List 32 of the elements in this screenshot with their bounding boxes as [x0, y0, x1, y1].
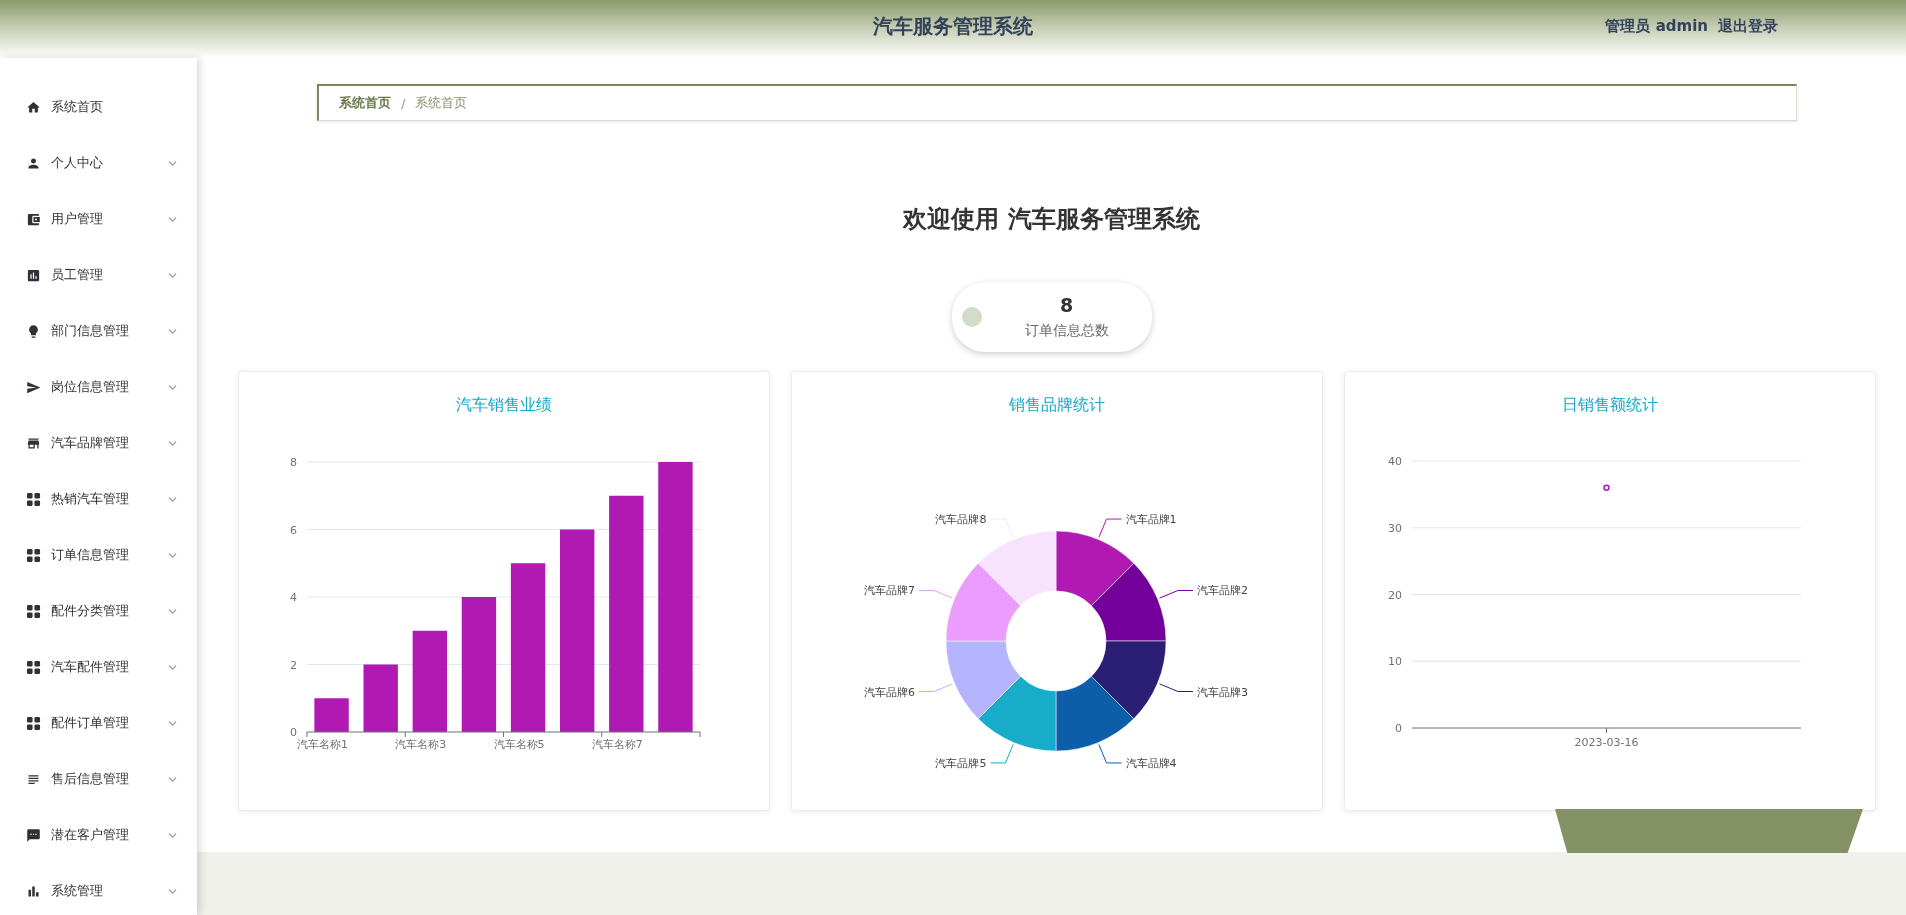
- axis-label: 4: [290, 591, 297, 604]
- slice-label: 汽车品牌4: [1125, 756, 1177, 770]
- stat-value: 8: [1059, 294, 1074, 316]
- slice-label: 汽车品牌8: [935, 513, 987, 527]
- chart-title: 日销售额统计: [1562, 394, 1658, 416]
- breadcrumb-separator: /: [401, 95, 406, 111]
- chart-title: 汽车销售业绩: [456, 394, 552, 416]
- axis-label: 40: [1388, 455, 1402, 468]
- axis-label: 20: [1388, 588, 1402, 602]
- axis-label: 30: [1388, 521, 1402, 535]
- axis-label: 汽车名称1: [297, 738, 348, 751]
- user-name: 管理员 admin: [1605, 16, 1708, 36]
- slice-label: 汽车品牌1: [1125, 513, 1177, 527]
- stat-label: 订单信息总数: [1024, 322, 1109, 340]
- app-title: 汽车服务管理系统: [873, 12, 1033, 40]
- axis-label: 6: [290, 523, 297, 537]
- welcome-title: 欢迎使用 汽车服务管理系统: [901, 204, 1201, 235]
- axis-label: 8: [290, 456, 297, 469]
- axis-label: 2: [290, 658, 297, 672]
- axis-label: 0: [290, 726, 297, 739]
- chart-title: 销售品牌统计: [1009, 394, 1105, 416]
- slice-label: 汽车品牌6: [864, 685, 916, 699]
- slice-label: 汽车品牌3: [1196, 685, 1248, 699]
- axis-label: 0: [1395, 722, 1402, 735]
- axis-label: 10: [1388, 655, 1402, 669]
- slice-label: 汽车品牌5: [935, 756, 987, 770]
- axis-label: 汽车名称7: [591, 738, 643, 751]
- axis-label: 汽车名称5: [493, 738, 545, 751]
- slice-label: 汽车品牌7: [864, 584, 916, 598]
- axis-label: 汽车名称3: [395, 738, 447, 751]
- axis-label: 2023-03-16: [1574, 736, 1639, 749]
- slice-label: 汽车品牌2: [1196, 584, 1248, 598]
